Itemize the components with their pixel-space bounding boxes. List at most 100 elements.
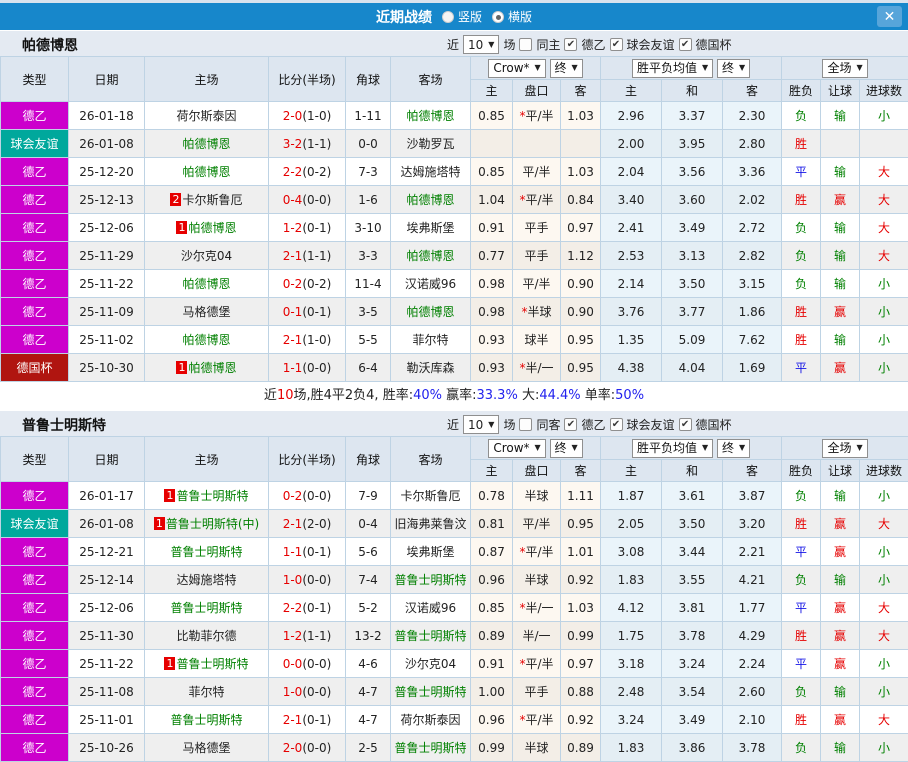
competition-checkbox-2[interactable]: ✔ (679, 38, 692, 51)
home-team-cell: 1普鲁士明斯特 (145, 650, 269, 678)
date-cell: 25-12-20 (69, 158, 145, 186)
dropdown-arrow-icon: ▼ (856, 60, 862, 76)
type-cell: 德乙 (1, 214, 69, 242)
result-goals-cell: 小 (860, 298, 908, 326)
type-cell: 德乙 (1, 242, 69, 270)
date-cell: 25-11-29 (69, 242, 145, 270)
column-header-2: 主场 (145, 57, 269, 102)
odds-state-dropdown[interactable]: 终▼ (550, 59, 583, 78)
mean-draw-cell: 3.60 (662, 186, 723, 214)
match-row: 德乙25-12-061帕德博恩1-2(0-1)3-10埃弗斯堡0.91平手0.9… (1, 214, 908, 242)
result-wdl-cell: 负 (782, 566, 821, 594)
odds-state-dropdown-value: 终 (555, 440, 567, 456)
date-cell: 25-12-06 (69, 214, 145, 242)
sub-column-header-0: 主 (471, 460, 513, 482)
type-cell: 球会友谊 (1, 510, 69, 538)
result-goals-cell: 大 (860, 622, 908, 650)
home-team-cell: 比勒菲尔德 (145, 622, 269, 650)
away-team-cell: 帕德博恩 (391, 298, 471, 326)
result-handicap-cell: 输 (821, 242, 860, 270)
handicap-value: 半球 (524, 489, 548, 503)
home-team-name: 帕德博恩 (188, 221, 236, 235)
mean-state-dropdown[interactable]: 终▼ (717, 59, 750, 78)
type-cell: 德乙 (1, 566, 69, 594)
halftime-score: (2-0) (302, 517, 331, 531)
fulltime-score: 2-1 (283, 249, 303, 263)
date-cell: 25-12-06 (69, 594, 145, 622)
away-team-name: 普鲁士明斯特 (394, 573, 466, 587)
competition-checkbox-0[interactable]: ✔ (564, 418, 577, 431)
match-row: 德乙25-12-132卡尔斯鲁厄0-4(0-0)1-6帕德博恩1.04*平/半0… (1, 186, 908, 214)
mean-state-dropdown[interactable]: 终▼ (717, 439, 750, 458)
dropdown-arrow-icon: ▼ (488, 417, 494, 433)
type-cell: 球会友谊 (1, 130, 69, 158)
mean-home-cell: 2.48 (601, 678, 662, 706)
odds-home-cell: 0.81 (471, 510, 513, 538)
mean-type-dropdown[interactable]: 胜平负均值▼ (632, 439, 713, 458)
odds-away-cell: 1.11 (561, 482, 601, 510)
result-handicap-cell: 赢 (821, 706, 860, 734)
home-team-cell: 菲尔特 (145, 678, 269, 706)
mean-draw-cell: 3.95 (662, 130, 723, 158)
odds-source-dropdown[interactable]: Crow*▼ (488, 439, 545, 458)
same-venue-checkbox[interactable] (519, 38, 532, 51)
mean-home-cell: 2.05 (601, 510, 662, 538)
handicap-value: 半/一 (525, 361, 553, 375)
recent-count-select[interactable]: 10▼ (463, 35, 499, 54)
scope-dropdown[interactable]: 全场▼ (822, 439, 867, 458)
match-row: 德乙26-01-18荷尔斯泰因2-0(1-0)1-11帕德博恩0.85*平/半1… (1, 102, 908, 130)
competition-checkbox-0[interactable]: ✔ (564, 38, 577, 51)
odds-state-dropdown[interactable]: 终▼ (550, 439, 583, 458)
result-handicap-cell: 输 (821, 482, 860, 510)
match-row: 德乙25-12-21普鲁士明斯特1-1(0-1)5-6埃弗斯堡0.87*平/半1… (1, 538, 908, 566)
handicap-value: 平/半 (525, 193, 553, 207)
result-handicap-cell: 赢 (821, 298, 860, 326)
layout-radio-horizontal[interactable]: 横版 (492, 8, 532, 25)
mean-home-cell: 3.40 (601, 186, 662, 214)
halftime-score: (0-0) (302, 489, 331, 503)
result-wdl-cell: 胜 (782, 130, 821, 158)
score-cell: 1-0(0-0) (269, 566, 346, 594)
result-goals-cell: 大 (860, 510, 908, 538)
odds-home-cell: 0.93 (471, 354, 513, 382)
result-handicap-cell: 赢 (821, 538, 860, 566)
mean-draw-cell: 4.04 (662, 354, 723, 382)
odds-source-dropdown-value: Crow* (493, 60, 529, 76)
result-handicap-cell: 输 (821, 678, 860, 706)
competition-checkbox-1[interactable]: ✔ (610, 418, 623, 431)
recent-count-select-value: 10 (468, 37, 483, 53)
odds-home-cell: 0.96 (471, 706, 513, 734)
rank-badge: 1 (164, 657, 175, 670)
scope-dropdown[interactable]: 全场▼ (822, 59, 867, 78)
score-cell: 0-0(0-0) (269, 650, 346, 678)
mean-type-dropdown[interactable]: 胜平负均值▼ (632, 59, 713, 78)
handicap-cell: 半球 (513, 482, 561, 510)
away-team-name: 旧海弗莱鲁汶 (394, 517, 466, 531)
close-button[interactable]: ✕ (877, 6, 902, 27)
mean-draw-cell: 3.81 (662, 594, 723, 622)
same-venue-checkbox[interactable] (519, 418, 532, 431)
match-row: 德乙25-12-06普鲁士明斯特2-2(0-1)5-2汉诺威960.85*半/一… (1, 594, 908, 622)
layout-radio-vertical[interactable]: 竖版 (442, 8, 482, 25)
date-cell: 25-11-02 (69, 326, 145, 354)
result-handicap-cell: 输 (821, 326, 860, 354)
handicap-cell: *平/半 (513, 538, 561, 566)
match-row: 德乙25-11-30比勒菲尔德1-2(1-1)13-2普鲁士明斯特0.89半/一… (1, 622, 908, 650)
match-row: 德乙25-12-14达姆施塔特1-0(0-0)7-4普鲁士明斯特0.96半球0.… (1, 566, 908, 594)
layout-radio-vertical-label: 竖版 (458, 8, 482, 25)
competition-checkbox-1[interactable]: ✔ (610, 38, 623, 51)
recent-count-select[interactable]: 10▼ (463, 415, 499, 434)
radio-selected-icon (492, 11, 504, 23)
mean-type-dropdown-value: 胜平负均值 (637, 440, 697, 456)
match-row: 德乙25-11-09马格德堡0-1(0-1)3-5帕德博恩0.98*半球0.90… (1, 298, 908, 326)
handicap-cell: 半/一 (513, 622, 561, 650)
handicap-value: 球半 (524, 333, 548, 347)
halftime-score: (0-1) (302, 545, 331, 559)
odds-home-cell: 0.93 (471, 326, 513, 354)
result-wdl-cell: 平 (782, 158, 821, 186)
result-goals-cell: 小 (860, 538, 908, 566)
competition-checkbox-2[interactable]: ✔ (679, 418, 692, 431)
odds-source-dropdown[interactable]: Crow*▼ (488, 59, 545, 78)
away-team-cell: 沙勒罗瓦 (391, 130, 471, 158)
mean-draw-cell: 5.09 (662, 326, 723, 354)
